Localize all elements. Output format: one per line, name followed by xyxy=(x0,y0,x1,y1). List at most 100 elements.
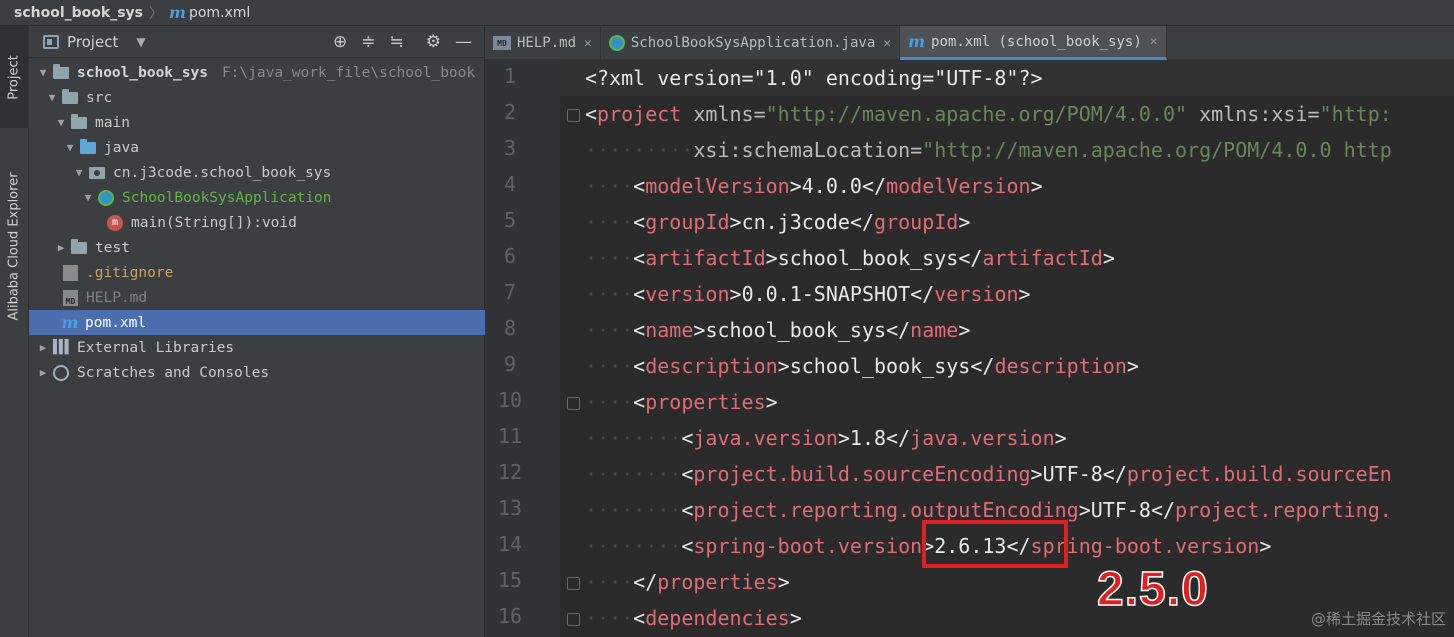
tag-name: groupId xyxy=(645,210,730,234)
chevron-down-icon[interactable]: ▼ xyxy=(53,116,69,129)
chevron-right-icon[interactable]: ▶ xyxy=(35,366,51,379)
gear-icon[interactable]: ⚙ xyxy=(426,32,441,52)
fold-marker-icon[interactable] xyxy=(567,109,580,122)
close-icon[interactable]: ✕ xyxy=(584,36,592,51)
tag-name: name xyxy=(910,318,959,342)
fold-marker-icon[interactable] xyxy=(567,577,580,590)
locate-icon[interactable]: ⊕ xyxy=(333,32,347,52)
tool-tab-cloud-explorer[interactable]: Alibaba Cloud Explorer xyxy=(0,146,29,346)
tree-item-label: school_book_sys xyxy=(77,64,208,81)
tab-help-md[interactable]: MD HELP.md ✕ xyxy=(485,26,601,60)
code-line-3: ········· xsi:schemaLocation= "http://mave… xyxy=(585,138,1392,162)
spring-app-icon xyxy=(98,189,114,206)
line-number: 4 xyxy=(503,172,517,196)
chevron-down-icon[interactable]: ▼ xyxy=(80,191,96,204)
tag-name: modelVersion xyxy=(886,174,1031,198)
chevron-down-icon[interactable]: ▼ xyxy=(71,166,87,179)
breadcrumb-file[interactable]: pom.xml xyxy=(189,5,250,21)
scratches-icon xyxy=(53,364,69,381)
tree-item-application-class[interactable]: ▼ SchoolBookSysApplication xyxy=(29,185,485,210)
tree-item-main[interactable]: ▼ main xyxy=(29,110,485,135)
tool-window-strip: Project Alibaba Cloud Explorer xyxy=(0,26,29,637)
maven-icon: m xyxy=(61,313,79,332)
tag-name: project xyxy=(597,102,682,126)
chevron-down-icon[interactable]: ▼ xyxy=(44,91,60,104)
project-panel-header: Project ▼ ⊕ ≑ ≒ ⚙ — xyxy=(29,26,484,58)
highlight-box xyxy=(922,520,1068,568)
tree-item-help-md[interactable]: MD HELP.md xyxy=(29,285,485,310)
folder-icon xyxy=(71,113,87,129)
tree-item-label: External Libraries xyxy=(77,339,235,356)
tree-item-label: java xyxy=(104,139,139,156)
tag-value: UTF-8 xyxy=(1042,462,1103,486)
tag-value: 1.8 xyxy=(849,426,887,450)
maven-icon: m xyxy=(169,3,186,22)
tab-pom-xml[interactable]: m pom.xml (school_book_sys) ✕ xyxy=(900,26,1167,60)
tree-item-label: src xyxy=(86,89,113,106)
attr-value: "http://maven.apache.org/POM/4.0.0 http xyxy=(922,138,1392,162)
tree-item-package[interactable]: ▼ cn.j3code.school_book_sys xyxy=(29,160,485,185)
project-view-icon xyxy=(43,34,59,49)
close-icon[interactable]: ✕ xyxy=(883,36,891,51)
code-line-6: ···· < artifactId > school_book_sys </artifac… xyxy=(585,246,1115,270)
tag-value: 4.0.0 xyxy=(801,174,862,198)
tree-item-main-method[interactable]: m main(String[]):void xyxy=(29,210,485,235)
tree-item-java[interactable]: ▼ java xyxy=(29,135,485,160)
tree-item-scratches[interactable]: ▶ Scratches and Consoles xyxy=(29,360,485,385)
tree-item-label: main(String[]):void xyxy=(131,214,297,231)
chevron-right-icon[interactable]: ▶ xyxy=(35,341,51,354)
module-folder-icon xyxy=(53,63,69,79)
tree-item-root[interactable]: ▼ school_book_sys F:\java_work_file\scho… xyxy=(29,60,485,85)
line-number: 13 xyxy=(497,496,523,520)
breadcrumb: school_book_sys 〉 m pom.xml xyxy=(0,0,1454,26)
chevron-right-icon[interactable]: ▶ xyxy=(53,241,69,254)
tree-item-test[interactable]: ▶ test xyxy=(29,235,485,260)
fold-marker-icon[interactable] xyxy=(567,397,580,410)
tag-name: artifactId xyxy=(982,246,1103,270)
tree-item-external-libraries[interactable]: ▶ ▌▌▌ External Libraries xyxy=(29,335,485,360)
code-line-11: ········ < java.version >1.8 </java.version > xyxy=(585,426,1067,450)
tree-item-pom-xml[interactable]: m pom.xml xyxy=(29,310,485,335)
line-number: 2 xyxy=(503,100,517,124)
code-line-2: < project xmlns= "http://maven.apache.org/… xyxy=(585,102,1392,126)
fold-marker-icon[interactable] xyxy=(567,613,580,626)
code-line-4: ···· < modelVersion >4.0.0 </modelVersion > xyxy=(585,174,1043,198)
tab-application-java[interactable]: SchoolBookSysApplication.java ✕ xyxy=(601,26,901,60)
tag-name: spring-boot.version xyxy=(693,534,923,558)
line-number: 16 xyxy=(497,604,523,628)
tree-item-path: F:\java_work_file\school_book xyxy=(221,64,476,81)
tag-value: school_book_sys xyxy=(705,318,887,342)
chevron-down-icon[interactable]: ▼ xyxy=(62,141,78,154)
project-panel: Project ▼ ⊕ ≑ ≒ ⚙ — ▼ school_book_sys F:… xyxy=(29,26,485,637)
tree-item-src[interactable]: ▼ src xyxy=(29,85,485,110)
markdown-icon: MD xyxy=(63,289,78,306)
tag-name: modelVersion xyxy=(645,174,790,198)
tag-name: description xyxy=(645,354,778,378)
panel-toolbar: ⊕ ≑ ≒ ⚙ — xyxy=(333,32,484,52)
project-panel-title[interactable]: Project xyxy=(67,33,118,51)
tree-item-label: main xyxy=(95,114,130,131)
chevron-down-icon[interactable]: ▼ xyxy=(35,66,51,79)
tool-tab-project-label: Project xyxy=(7,54,23,100)
library-icon: ▌▌▌ xyxy=(53,340,72,355)
breadcrumb-project[interactable]: school_book_sys xyxy=(14,5,143,21)
collapse-all-icon[interactable]: ≒ xyxy=(389,32,403,52)
line-number: 10 xyxy=(497,388,523,412)
tree-item-gitignore[interactable]: .gitignore xyxy=(29,260,485,285)
code-line-8: ···· < name > school_book_sys </name > xyxy=(585,318,971,342)
tree-item-label: test xyxy=(95,239,130,256)
maven-icon: m xyxy=(908,32,926,51)
close-icon[interactable]: ✕ xyxy=(1150,34,1158,49)
attr-name: xmlns= xyxy=(693,102,766,126)
code-line-15: ···· </properties > xyxy=(585,570,790,594)
watermark: @稀土掘金技术社区 xyxy=(1310,610,1446,628)
tag-name: version xyxy=(645,282,730,306)
folder-icon xyxy=(62,88,78,104)
hide-icon[interactable]: — xyxy=(455,32,472,52)
expand-all-icon[interactable]: ≑ xyxy=(361,32,375,52)
tag-value: cn.j3code xyxy=(741,210,850,234)
tag-value: 0.0.1-SNAPSHOT xyxy=(741,282,911,306)
tool-tab-project[interactable]: Project xyxy=(0,26,29,128)
chevron-down-icon[interactable]: ▼ xyxy=(136,35,145,49)
gitignore-file-icon xyxy=(63,264,78,281)
